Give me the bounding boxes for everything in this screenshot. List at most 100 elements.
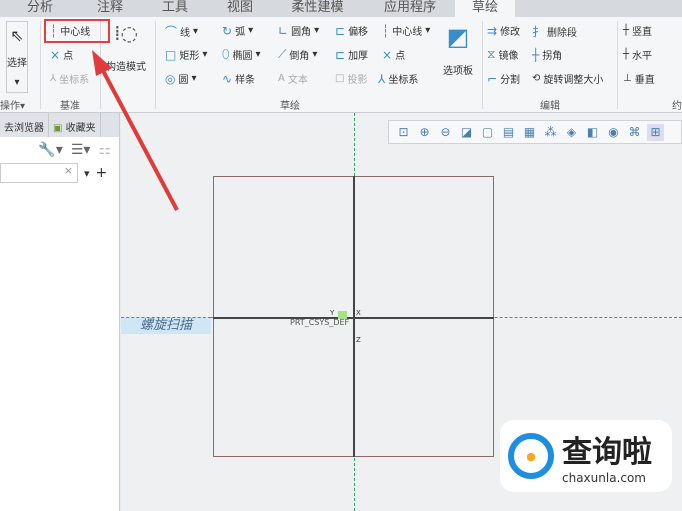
ellipse-button[interactable]: ⬯ 椭圆 ▾ [222, 47, 261, 62]
watermark-url: chaxunla.com [562, 471, 646, 485]
spline-icon: ∿ [222, 71, 233, 86]
view-manager-icon[interactable]: ▤ [500, 124, 517, 141]
shade-icon[interactable]: ◉ [605, 124, 622, 141]
horizontal-icon: ┼ [623, 49, 630, 60]
line-button[interactable]: ⌒ 线 ▾ [165, 23, 198, 40]
tab-analysis[interactable]: 分析 [0, 0, 80, 17]
zoom-in-icon[interactable]: ⊕ [416, 124, 433, 141]
label: 删除段 [547, 28, 578, 39]
palette-icon: ◩ [446, 23, 470, 51]
text-button[interactable]: A 文本 [278, 71, 308, 86]
corner-icon: ┼ [532, 47, 540, 62]
tab-helical-sweep[interactable]: 螺旋扫描 [121, 317, 211, 334]
chamfer-button[interactable]: ⟋ 倒角 ▾ [278, 47, 317, 62]
axis-y-label: Y [330, 309, 335, 317]
tab-applications[interactable]: 应用程序 [365, 0, 455, 17]
csys-label: PRT_CSYS_DEF [290, 318, 350, 327]
rotate-icon: ⟲ [532, 73, 541, 84]
perspective-icon[interactable]: ▦ [521, 124, 538, 141]
chamfer-icon: ⟋ [278, 47, 287, 61]
fillet-icon: ∟ [278, 23, 289, 38]
construction-icon: ⁞◌ [114, 21, 138, 45]
annotation-icon[interactable]: ◈ [563, 124, 580, 141]
label: 弧 [235, 27, 246, 38]
operations-menu[interactable]: 操作▾ [0, 97, 25, 112]
divide-button[interactable]: ⌐ 分割 [487, 71, 521, 87]
saved-orientations-icon[interactable]: ▢ [479, 124, 496, 141]
datum-display-icon[interactable]: ⁂ [542, 124, 559, 141]
perpendicular-button[interactable]: ⊥ 垂直 [623, 71, 655, 86]
label: 镜像 [498, 51, 519, 62]
label: 拐角 [542, 51, 563, 62]
delete-segment-icon: ⺘ [532, 25, 545, 39]
tab-annotate[interactable]: 注释 [80, 0, 140, 17]
modify-button[interactable]: ⇉ 修改 [487, 23, 520, 39]
text-icon: A [278, 73, 285, 84]
line-icon: ⌒ [165, 25, 178, 39]
ellipse-icon: ⬯ [222, 47, 230, 61]
modify-icon: ⇉ [487, 23, 498, 38]
spline-button[interactable]: ∿ 样条 [222, 71, 256, 87]
select-label: 选择 [7, 57, 27, 69]
axis-z-label: Z [356, 336, 361, 344]
tab-flexible-modeling[interactable]: 柔性建模 [270, 0, 365, 17]
delete-segment-button[interactable]: ⺘删除段 [532, 23, 577, 40]
project-button[interactable]: □ 投影 [335, 71, 367, 86]
label: 中心线 [392, 27, 423, 38]
arc-icon: ↻ [222, 23, 233, 38]
tab-model-tree[interactable]: 去浏览器 [0, 113, 49, 137]
rotate-resize-button[interactable]: ⟲ 旋转调整大小 [532, 71, 603, 86]
offset-button[interactable]: ⊏ 偏移 [335, 23, 369, 39]
watermark-logo-icon: ● [508, 433, 554, 479]
centerline-button[interactable]: ┆ 中心线 ▾ [382, 23, 430, 39]
arc-button[interactable]: ↻ 弧 ▾ [222, 23, 253, 39]
tab-sketch[interactable]: 草绘 [455, 0, 515, 17]
refit-icon[interactable]: ⊡ [395, 124, 412, 141]
label: 文本 [287, 75, 308, 86]
tab-tools[interactable]: 工具 [140, 0, 210, 17]
thicken-button[interactable]: ⊏ 加厚 [335, 47, 368, 63]
fillet-button[interactable]: ∟ 圆角 ▾ [278, 23, 319, 39]
centerline-icon: ┆ [382, 23, 390, 38]
label: 样条 [235, 75, 256, 86]
sketch-view-icon[interactable]: ⊞ [647, 123, 664, 141]
thicken-icon: ⊏ [335, 47, 346, 62]
datum-point-button[interactable]: × 点 [50, 47, 74, 63]
csys-icon: ⅄ [378, 71, 386, 86]
label: 坐标系 [388, 75, 419, 86]
select-button[interactable]: ⇖ 选择 ▾ [6, 21, 28, 93]
point-button[interactable]: × 点 [382, 47, 405, 63]
csys-icon: ⅄ [50, 73, 57, 84]
vertical-icon: ┼ [623, 25, 630, 36]
point-icon: × [50, 47, 61, 62]
label: 偏移 [348, 27, 369, 38]
corner-button[interactable]: ┼ 拐角 [532, 47, 563, 63]
sketch-group-label: 草绘 [280, 101, 300, 112]
highlight-box [44, 19, 110, 43]
sketch-display-icon[interactable]: ⌘ [626, 124, 643, 141]
offset-icon: ⊏ [335, 23, 346, 38]
datum-group-label: 基准 [60, 101, 80, 112]
mirror-button[interactable]: ⧖ 镜像 [487, 47, 518, 62]
horizontal-button[interactable]: ┼ 水平 [623, 47, 652, 62]
tab-view[interactable]: 视图 [210, 0, 270, 17]
divide-icon: ⌐ [487, 71, 498, 86]
watermark-name: 查询啦 [562, 435, 652, 470]
datum-csys-button[interactable]: ⅄ 坐标系 [50, 71, 89, 86]
settings-icon[interactable]: 🔧▾ [38, 142, 62, 158]
vertical-button[interactable]: ┼ 竖直 [623, 23, 652, 38]
palette-button[interactable]: ◩ 选项板 [443, 23, 473, 77]
csys-button[interactable]: ⅄ 坐标系 [378, 71, 419, 87]
label: 线 [180, 28, 191, 39]
label: 分割 [500, 75, 521, 86]
search-input[interactable]: × [0, 163, 78, 183]
horizontal-reference [213, 317, 494, 319]
point-icon: × [382, 47, 393, 62]
edit-group-label: 编辑 [540, 101, 560, 112]
display-style-icon[interactable]: ◧ [584, 124, 601, 141]
repaint-icon[interactable]: ◪ [458, 124, 475, 141]
zoom-out-icon[interactable]: ⊖ [437, 124, 454, 141]
annotation-arrow [92, 50, 179, 211]
label: 点 [63, 51, 74, 62]
label: 投影 [347, 75, 368, 86]
